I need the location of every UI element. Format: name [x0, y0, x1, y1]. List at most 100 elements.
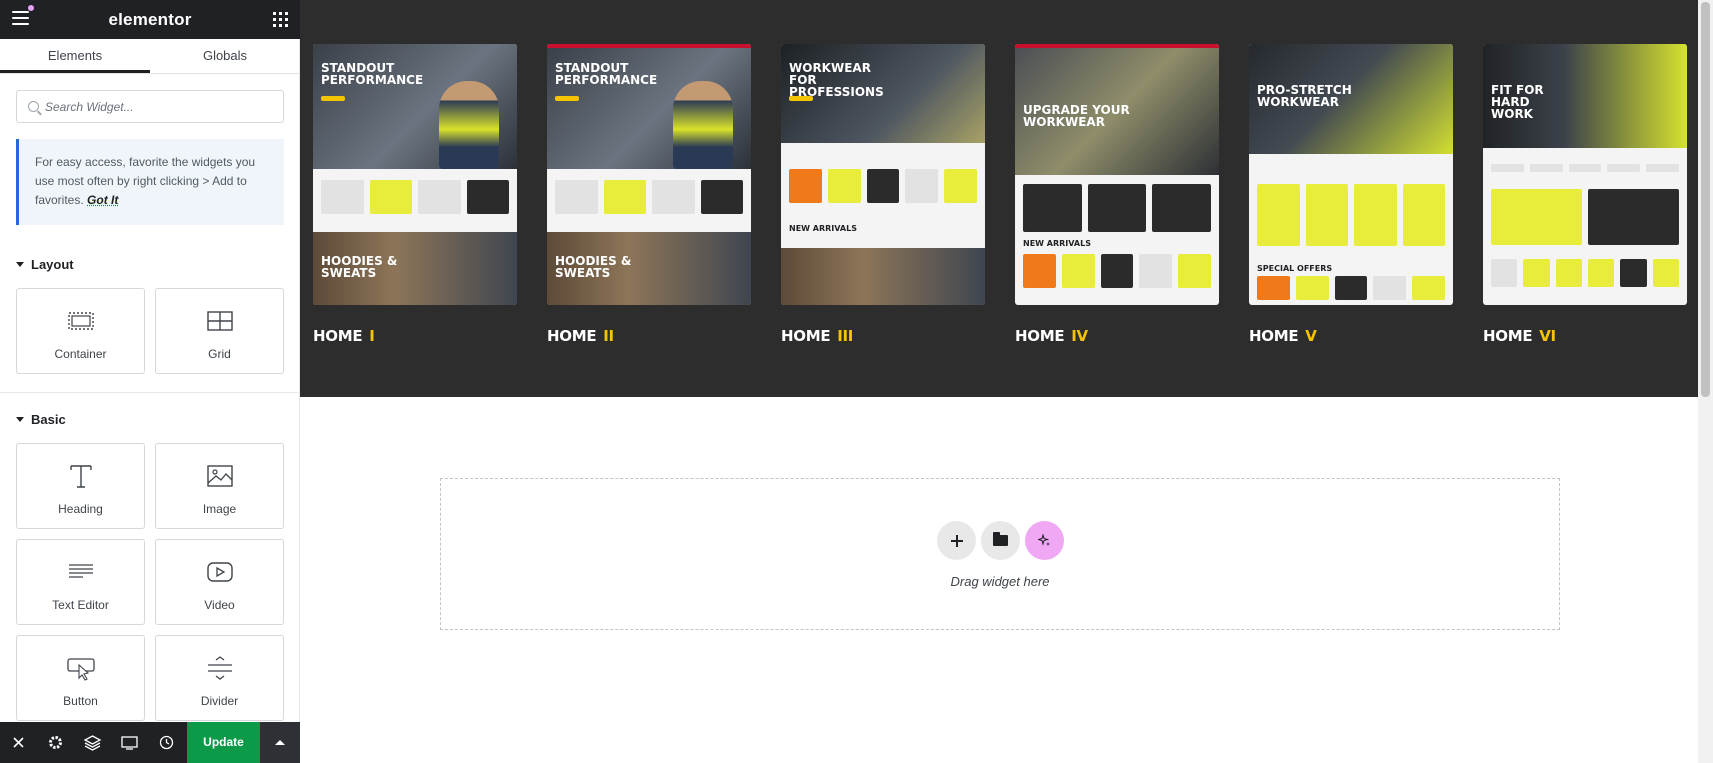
widget-image[interactable]: Image — [155, 443, 284, 529]
image-icon — [206, 465, 233, 487]
section-basic-header[interactable]: Basic — [16, 412, 66, 427]
thumb-cta — [321, 96, 345, 101]
section-divider — [0, 392, 300, 393]
demo-label[interactable]: HOME VI — [1483, 327, 1687, 345]
section-layout-header[interactable]: Layout — [16, 257, 74, 272]
heading-icon — [69, 465, 92, 488]
settings-icon[interactable] — [37, 722, 74, 763]
tab-elements[interactable]: Elements — [0, 39, 150, 73]
demo-label-text: HOME — [781, 327, 831, 345]
demo-card-home-6[interactable]: FIT FOR HARD WORK HOME VI — [1483, 44, 1687, 345]
favorites-tip: For easy access, favorite the widgets yo… — [16, 139, 284, 225]
video-icon — [206, 562, 233, 582]
tab-globals[interactable]: Globals — [150, 39, 300, 73]
demo-label-numeral: IV — [1071, 327, 1088, 345]
update-options-icon[interactable] — [260, 722, 300, 763]
responsive-icon[interactable] — [111, 722, 148, 763]
container-icon — [67, 312, 94, 330]
search-input[interactable] — [45, 91, 275, 122]
thumb-hero-title: UPGRADE YOUR WORKWEAR — [1023, 103, 1130, 129]
widget-grid[interactable]: Grid — [155, 288, 284, 374]
ai-generate-button[interactable] — [1025, 521, 1064, 560]
thumb-hero-title: STANDOUT PERFORMANCE — [321, 61, 424, 87]
thumb-section-title: NEW ARRIVALS — [1023, 239, 1091, 248]
demo-card-home-5[interactable]: PRO-STRETCH WORKWEAR SPECIAL OFFERS HOME… — [1249, 44, 1453, 345]
section-layout-title: Layout — [31, 257, 74, 272]
canvas-scrollbar[interactable] — [1698, 0, 1713, 763]
demo-label[interactable]: HOME IV — [1015, 327, 1219, 345]
add-template-button[interactable] — [981, 521, 1020, 560]
thumb-worker-image — [673, 80, 733, 170]
demo-thumbnail[interactable]: WORKWEAR FOR PROFESSIONS NEW ARRIVALS — [781, 44, 985, 305]
thumb-hero-title: FIT FOR HARD WORK — [1491, 83, 1544, 121]
panel-footer: Update — [0, 722, 300, 763]
widget-label: Heading — [58, 502, 103, 516]
demo-card-home-4[interactable]: UPGRADE YOUR WORKWEAR NEW ARRIVALS HOME … — [1015, 44, 1219, 345]
thumb-footer-image — [781, 247, 985, 305]
caret-down-icon — [16, 417, 24, 422]
thumb-section-title: SPECIAL OFFERS — [1257, 264, 1333, 273]
demo-label-text: HOME — [313, 327, 363, 345]
demo-thumbnail[interactable]: PRO-STRETCH WORKWEAR SPECIAL OFFERS — [1249, 44, 1453, 305]
thumb-hero-title: PRO-STRETCH WORKWEAR — [1257, 83, 1352, 109]
demo-label[interactable]: HOME III — [781, 327, 985, 345]
demo-label[interactable]: HOME II — [547, 327, 751, 345]
section-basic-title: Basic — [31, 412, 66, 427]
close-icon[interactable] — [0, 722, 37, 763]
widget-divider[interactable]: Divider — [155, 635, 284, 721]
sparkle-icon — [1038, 534, 1050, 546]
drop-zone-hint: Drag widget here — [950, 574, 1050, 589]
divider-icon — [207, 656, 232, 680]
favorites-tip-text: For easy access, favorite the widgets yo… — [35, 155, 256, 207]
widget-button[interactable]: Button — [16, 635, 145, 721]
editor-canvas: STANDOUT PERFORMANCE HOODIES & SWEATS HO… — [300, 0, 1698, 763]
got-it-link[interactable]: Got It — [87, 193, 118, 207]
update-button[interactable]: Update — [187, 722, 260, 763]
thumb-category-row — [1257, 184, 1445, 246]
scrollbar-thumb[interactable] — [1701, 2, 1710, 397]
thumb-product-row — [1491, 259, 1679, 287]
widget-drop-zone[interactable]: Drag widget here — [440, 478, 1560, 630]
thumb-promo-row — [1023, 184, 1212, 232]
search-widget-box[interactable] — [16, 90, 284, 123]
thumb-hero-title: WORKWEAR FOR PROFESSIONS — [789, 61, 884, 99]
thumb-brand-row — [1491, 164, 1679, 172]
demo-thumbnail[interactable]: STANDOUT PERFORMANCE HOODIES & SWEATS — [547, 44, 751, 305]
caret-down-icon — [16, 262, 24, 267]
thumb-footer-title: HOODIES & SWEATS — [555, 254, 632, 280]
demo-showcase-section[interactable]: STANDOUT PERFORMANCE HOODIES & SWEATS HO… — [300, 0, 1698, 397]
thumb-footer-title: HOODIES & SWEATS — [321, 254, 398, 280]
demo-thumbnail[interactable]: STANDOUT PERFORMANCE HOODIES & SWEATS — [313, 44, 517, 305]
widget-label: Container — [54, 347, 107, 361]
demo-card-home-3[interactable]: WORKWEAR FOR PROFESSIONS NEW ARRIVALS HO… — [781, 44, 985, 345]
demo-thumbnail[interactable]: UPGRADE YOUR WORKWEAR NEW ARRIVALS — [1015, 44, 1219, 305]
demo-label-text: HOME — [1483, 327, 1533, 345]
demo-thumbnail[interactable]: FIT FOR HARD WORK — [1483, 44, 1687, 305]
widget-text-editor[interactable]: Text Editor — [16, 539, 145, 625]
demo-label-numeral: I — [369, 327, 375, 345]
add-section-button[interactable] — [937, 521, 976, 560]
widget-container[interactable]: Container — [16, 288, 145, 374]
thumb-product-row — [1023, 254, 1211, 288]
widget-label: Button — [63, 694, 98, 708]
demo-card-home-1[interactable]: STANDOUT PERFORMANCE HOODIES & SWEATS HO… — [313, 44, 517, 345]
thumb-cta — [555, 96, 579, 101]
widget-label: Divider — [200, 694, 239, 708]
panel-header: elementor — [0, 0, 300, 39]
thumb-product-row — [321, 180, 509, 214]
demo-label-numeral: II — [603, 327, 614, 345]
history-icon[interactable] — [148, 722, 185, 763]
demo-label[interactable]: HOME I — [313, 327, 517, 345]
demo-card-home-2[interactable]: STANDOUT PERFORMANCE HOODIES & SWEATS HO… — [547, 44, 751, 345]
widget-video[interactable]: Video — [155, 539, 284, 625]
demo-label-numeral: V — [1305, 327, 1317, 345]
widget-heading[interactable]: Heading — [16, 443, 145, 529]
demo-label[interactable]: HOME V — [1249, 327, 1453, 345]
apps-grid-icon[interactable] — [273, 12, 288, 27]
elementor-panel: elementor Elements Globals For easy acce… — [0, 0, 300, 763]
elementor-logo: elementor — [108, 10, 192, 29]
layers-icon[interactable] — [74, 722, 111, 763]
demo-label-text: HOME — [547, 327, 597, 345]
grid-icon — [206, 311, 233, 331]
panel-tabs: Elements Globals — [0, 39, 300, 74]
